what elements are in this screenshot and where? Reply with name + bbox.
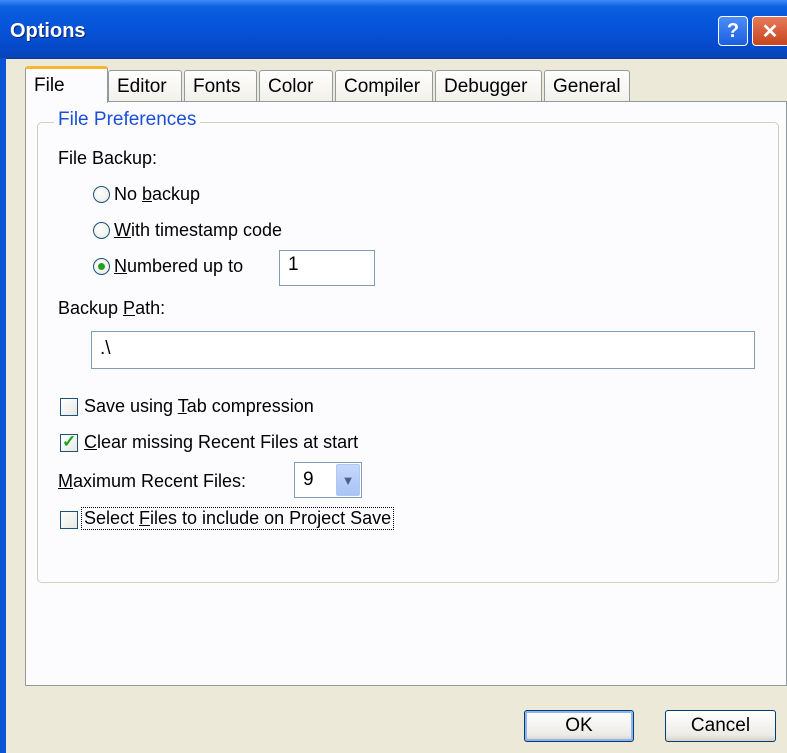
check-mark-icon: ✓	[62, 432, 77, 451]
tab-panel-file: File Preferences File Backup: No backup …	[25, 101, 787, 686]
backup-path-input[interactable]: .\	[91, 331, 755, 369]
tab-general[interactable]: General	[544, 70, 630, 102]
radio-selected-dot	[98, 263, 105, 270]
window-title: Options	[10, 20, 86, 42]
radio-timestamp[interactable]	[93, 222, 110, 239]
select-files-label[interactable]: Select Files to include on Project Save	[80, 507, 395, 530]
cancel-button[interactable]: Cancel	[665, 710, 776, 742]
ok-button[interactable]: OK	[524, 710, 634, 742]
tab-file[interactable]: File	[25, 66, 108, 103]
help-icon: ?	[726, 19, 740, 42]
radio-numbered[interactable]	[93, 258, 110, 275]
close-button[interactable]: ✕	[752, 16, 787, 46]
max-recent-value: 9	[303, 469, 314, 490]
radio-numbered-label[interactable]: Numbered up to	[114, 256, 243, 277]
tab-label: Debugger	[444, 75, 528, 97]
tab-compiler[interactable]: Compiler	[335, 70, 433, 102]
file-backup-label: File Backup:	[58, 148, 158, 168]
checkbox-clear-missing[interactable]: ✓	[60, 432, 78, 452]
clear-missing-label[interactable]: Clear missing Recent Files at start	[84, 432, 358, 453]
tab-color[interactable]: Color	[259, 70, 333, 102]
tab-label: Compiler	[344, 75, 421, 97]
close-icon: ✕	[761, 20, 779, 43]
tab-label: Color	[268, 75, 314, 97]
max-recent-select[interactable]: 9 ▼	[294, 462, 362, 498]
checkbox-select-files[interactable]	[60, 511, 78, 529]
max-recent-label: Maximum Recent Files:	[58, 471, 247, 491]
tab-debugger[interactable]: Debugger	[435, 70, 542, 102]
dialog-body: File Editor Fonts Color Compiler Debugge…	[0, 58, 787, 753]
title-bar[interactable]: Options ? ✕	[0, 0, 787, 59]
tab-compression-label[interactable]: Save using Tab compression	[84, 396, 314, 417]
tab-editor[interactable]: Editor	[108, 70, 182, 102]
radio-timestamp-label[interactable]: With timestamp code	[114, 220, 282, 241]
tab-label: General	[553, 75, 621, 97]
tab-label: File	[34, 75, 65, 96]
radio-no-backup[interactable]	[93, 186, 110, 203]
chevron-down-icon[interactable]: ▼	[336, 464, 360, 496]
tab-label: Editor	[117, 75, 167, 97]
checkbox-tab-compression[interactable]	[60, 398, 78, 416]
numbered-count-input[interactable]: 1	[279, 250, 375, 286]
radio-no-backup-label[interactable]: No backup	[114, 184, 200, 205]
help-button[interactable]: ?	[718, 16, 748, 46]
backup-path-label: Backup Path:	[58, 298, 166, 318]
tab-label: Fonts	[193, 75, 241, 97]
group-legend: File Preferences	[54, 109, 201, 131]
file-preferences-group: File Preferences File Backup: No backup …	[37, 109, 779, 583]
tab-fonts[interactable]: Fonts	[184, 70, 257, 102]
